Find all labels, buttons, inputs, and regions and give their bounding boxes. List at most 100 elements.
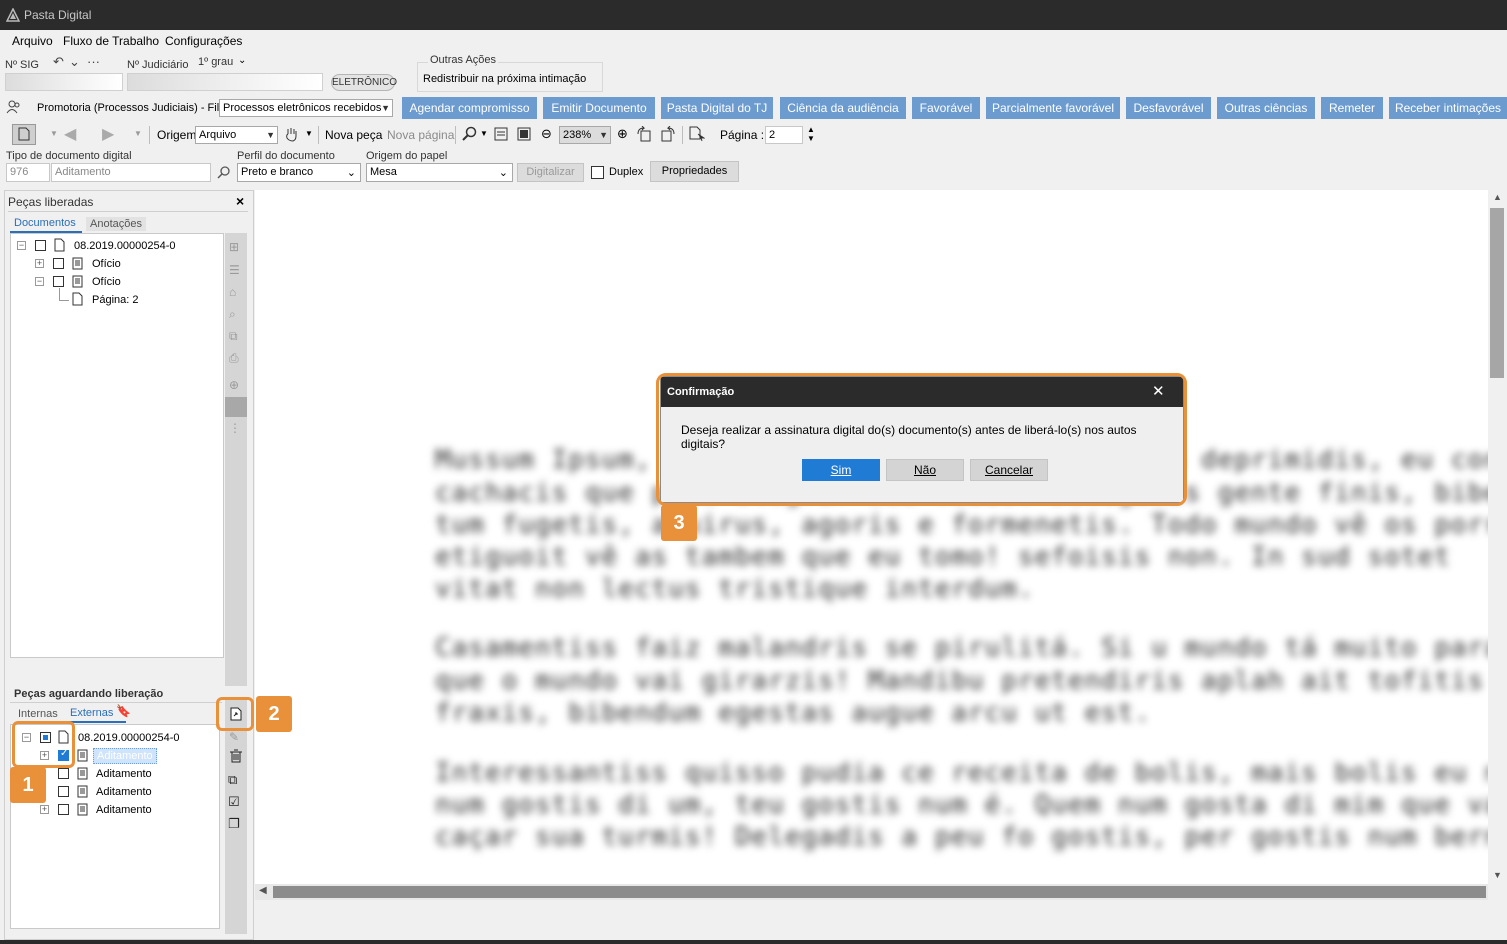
nova-peca-button[interactable]: Nova peça	[325, 128, 382, 142]
close-icon[interactable]: ×	[236, 193, 244, 209]
remeter-button[interactable]: Remeter	[1321, 97, 1383, 119]
menu-fluxo-de-trabalho[interactable]: Fluxo de Trabalho	[63, 34, 159, 48]
tree-checkbox[interactable]	[58, 786, 69, 797]
parcialmente-favoravel-button[interactable]: Parcialmente favorável	[986, 97, 1120, 119]
favoravel-button[interactable]: Favorável	[912, 97, 980, 119]
zoom-level-dropdown-icon: ▼	[599, 130, 608, 140]
tree-item-oficio[interactable]: Ofício	[92, 258, 121, 270]
scroll-up-icon[interactable]: ▲	[1493, 192, 1502, 202]
tree-item-aditamento[interactable]: Aditamento	[96, 786, 152, 798]
ciencia-audiencia-button[interactable]: Ciência da audiência	[780, 97, 906, 119]
search-icon[interactable]	[217, 166, 231, 183]
menu-arquivo[interactable]: Arquivo	[12, 34, 53, 48]
zoom-select[interactable]: 238% ▼	[559, 126, 611, 144]
grau-chevron-icon[interactable]: ⌄	[238, 55, 246, 66]
tree-item-pagina[interactable]: Página: 2	[92, 294, 138, 306]
tree-checkbox[interactable]	[35, 240, 46, 251]
tree-checkbox[interactable]	[58, 804, 69, 815]
perfil-select[interactable]: Preto e branco ⌄	[237, 163, 361, 182]
redistribuir-link[interactable]: Redistribuir na próxima intimação	[423, 73, 586, 85]
fit-page-icon[interactable]	[517, 127, 531, 144]
tree-checkbox[interactable]	[53, 258, 64, 269]
agendar-compromisso-button[interactable]: Agendar compromisso	[402, 97, 537, 119]
zoom-dropdown-icon[interactable]: ▼	[480, 129, 488, 138]
tree-item-processo[interactable]: 08.2019.00000254-0	[74, 240, 176, 252]
receber-intimacoes-button[interactable]: Receber intimações	[1389, 97, 1507, 119]
copy-pages-icon[interactable]: ❐	[228, 816, 240, 832]
menu-configuracoes[interactable]: Configurações	[165, 34, 242, 48]
copy-icon[interactable]: ⧉	[229, 329, 238, 344]
tab-documentos[interactable]: Documentos	[14, 217, 76, 229]
tab-internas[interactable]: Internas	[18, 708, 58, 720]
chevron-down-icon[interactable]: ⌄	[69, 54, 80, 70]
next-page-icon[interactable]: ▶	[102, 124, 114, 144]
zoom-search-icon[interactable]	[462, 126, 478, 145]
horizontal-scroll-thumb[interactable]	[273, 886, 1486, 898]
scroll-left-icon[interactable]: ◀	[259, 885, 267, 896]
duplex-checkbox[interactable]	[591, 166, 604, 179]
collapse-icon[interactable]: −	[17, 241, 26, 250]
rotate-right-icon[interactable]	[660, 125, 676, 145]
trash-icon[interactable]	[229, 749, 243, 766]
hand-pan-icon[interactable]	[284, 126, 298, 145]
dropdown-small-icon-2[interactable]: ▼	[134, 129, 142, 138]
search-document-icon[interactable]: ⌕	[229, 307, 236, 322]
document-preview[interactable]: Mussum Ipsum, cacilds vidis litro aberti…	[255, 190, 1488, 884]
digitalizar-button[interactable]: Digitalizar	[517, 163, 584, 182]
origem-papel-select[interactable]: Mesa ⌄	[366, 163, 513, 182]
zoom-out-icon[interactable]: ⊖	[541, 126, 552, 142]
origem-select[interactable]: Arquivo ▼	[195, 126, 278, 144]
document-icon	[18, 127, 30, 144]
dropdown-small-icon[interactable]: ▼	[50, 129, 58, 138]
tree-item-aditamento[interactable]: Aditamento	[96, 804, 152, 816]
emitir-documento-button[interactable]: Emitir Documento	[543, 97, 655, 119]
tipo-documento-label: Tipo de documento digital	[6, 150, 132, 162]
tipo-codigo-input[interactable]: 976	[6, 163, 50, 182]
tree-structure-icon[interactable]: ⊞	[229, 240, 239, 254]
select-document-tool[interactable]	[12, 124, 36, 145]
expand-icon[interactable]: +	[35, 259, 44, 268]
tree-item-oficio[interactable]: Ofício	[92, 276, 121, 288]
previous-page-icon[interactable]: ◀	[64, 124, 76, 144]
fila-select[interactable]: Processos eletrônicos recebidos ▼	[219, 99, 393, 117]
scroll-down-icon[interactable]: ▼	[1493, 870, 1502, 880]
print-icon[interactable]: ⎙	[229, 351, 239, 366]
page-select-icon[interactable]	[689, 126, 706, 145]
grau-select[interactable]: 1º grau	[198, 56, 233, 68]
tab-externas[interactable]: Externas	[70, 707, 113, 719]
nova-pagina-button[interactable]: Nova página	[387, 128, 454, 142]
stamp-icon[interactable]: ⌂	[229, 285, 236, 299]
checklist-icon[interactable]: ☑	[228, 794, 240, 810]
list-icon[interactable]: ☰	[229, 263, 240, 277]
zoom-in-icon[interactable]: ⊕	[617, 126, 628, 142]
judiciario-input[interactable]	[127, 73, 323, 91]
more-icon[interactable]: ···	[87, 54, 100, 69]
tree-checkbox[interactable]	[53, 276, 64, 287]
tree-options-icon[interactable]: ⋮	[229, 421, 241, 435]
pan-dropdown-icon[interactable]: ▼	[305, 129, 313, 138]
horizontal-scrollbar[interactable]: ◀	[255, 884, 1488, 900]
sign-icon[interactable]: ✎	[229, 730, 239, 744]
undo-icon[interactable]: ↶	[53, 54, 64, 70]
vertical-scroll-thumb[interactable]	[1490, 208, 1504, 378]
tab-anotacoes[interactable]: Anotações	[86, 217, 146, 231]
sig-input[interactable]	[5, 73, 123, 91]
pagina-input[interactable]: 2	[765, 126, 803, 144]
tree-item-aditamento-selected[interactable]: Aditamento	[93, 748, 157, 764]
expand-icon[interactable]: +	[40, 805, 49, 814]
add-page-icon[interactable]: ⊕	[229, 378, 239, 392]
tree-item-aditamento[interactable]: Aditamento	[96, 768, 152, 780]
vertical-scrollbar[interactable]: ▲ ▼	[1488, 190, 1507, 884]
pagina-stepper-icon[interactable]: ▲ ▼	[807, 125, 815, 143]
pasta-digital-tj-button[interactable]: Pasta Digital do TJ	[661, 97, 773, 119]
tree-item-processo[interactable]: 08.2019.00000254-0	[78, 732, 180, 744]
collapse-icon[interactable]: −	[35, 277, 44, 286]
duplicate-icon[interactable]: ⧉	[228, 772, 237, 788]
rotate-left-icon[interactable]	[636, 125, 652, 145]
tipo-nome-input[interactable]: Aditamento	[51, 163, 211, 182]
fit-width-icon[interactable]	[494, 127, 508, 144]
outras-ciencias-button[interactable]: Outras ciências	[1217, 97, 1315, 119]
propriedades-button[interactable]: Propriedades	[650, 161, 739, 182]
desfavoravel-button[interactable]: Desfavorável	[1126, 97, 1211, 119]
tree-checkbox[interactable]	[58, 768, 69, 779]
